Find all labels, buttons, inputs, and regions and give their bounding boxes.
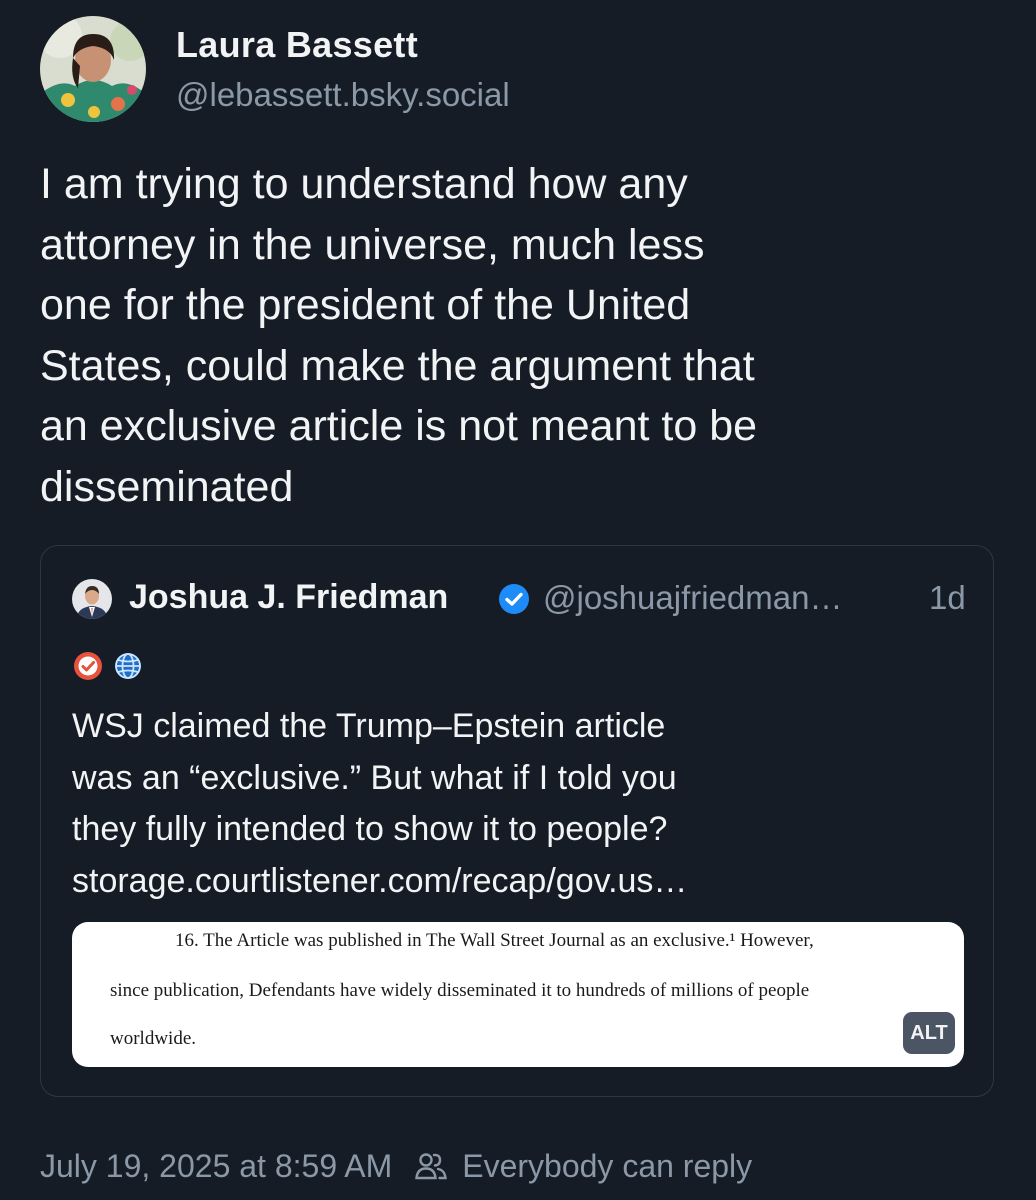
post: Laura Bassett @lebassett.bsky.social I a… <box>0 0 1036 1200</box>
author-handle[interactable]: @lebassett.bsky.social <box>176 76 510 114</box>
image-text-line: 16. The Article was published in The Wal… <box>175 930 814 951</box>
image-text-line: since publication, Defendants have widel… <box>110 980 810 1001</box>
author-avatar[interactable] <box>40 16 146 122</box>
reply-setting[interactable]: Everybody can reply <box>462 1148 752 1185</box>
people-icon <box>415 1153 448 1180</box>
quoted-post[interactable]: Joshua J. Friedman @joshuajfriedman… 1d <box>40 545 994 1097</box>
quoted-author-display-name[interactable]: Joshua J. Friedman <box>129 578 448 617</box>
author-display-name[interactable]: Laura Bassett <box>176 24 418 66</box>
globe-icon <box>115 653 141 679</box>
post-timestamp: July 19, 2025 at 8:59 AM <box>40 1147 393 1184</box>
quoted-post-text: WSJ claimed the Trump–Epstein article wa… <box>72 707 688 900</box>
verified-badge-icon <box>499 584 529 614</box>
checkmark-badge-icon <box>74 652 102 680</box>
post-text: I am trying to understand how any attorn… <box>40 160 758 511</box>
post-footer: July 19, 2025 at 8:59 AM Everybody can r… <box>40 1146 752 1186</box>
alt-text-button[interactable]: ALT <box>903 1012 955 1054</box>
quoted-author-avatar[interactable] <box>72 579 112 619</box>
quoted-author-handle[interactable]: @joshuajfriedman… <box>543 579 842 617</box>
quoted-post-image[interactable]: 16. The Article was published in The Wal… <box>72 922 964 1067</box>
image-text-line: worldwide. <box>110 1028 197 1049</box>
quoted-post-time[interactable]: 1d <box>929 579 966 617</box>
quoted-author-badges <box>72 650 144 684</box>
